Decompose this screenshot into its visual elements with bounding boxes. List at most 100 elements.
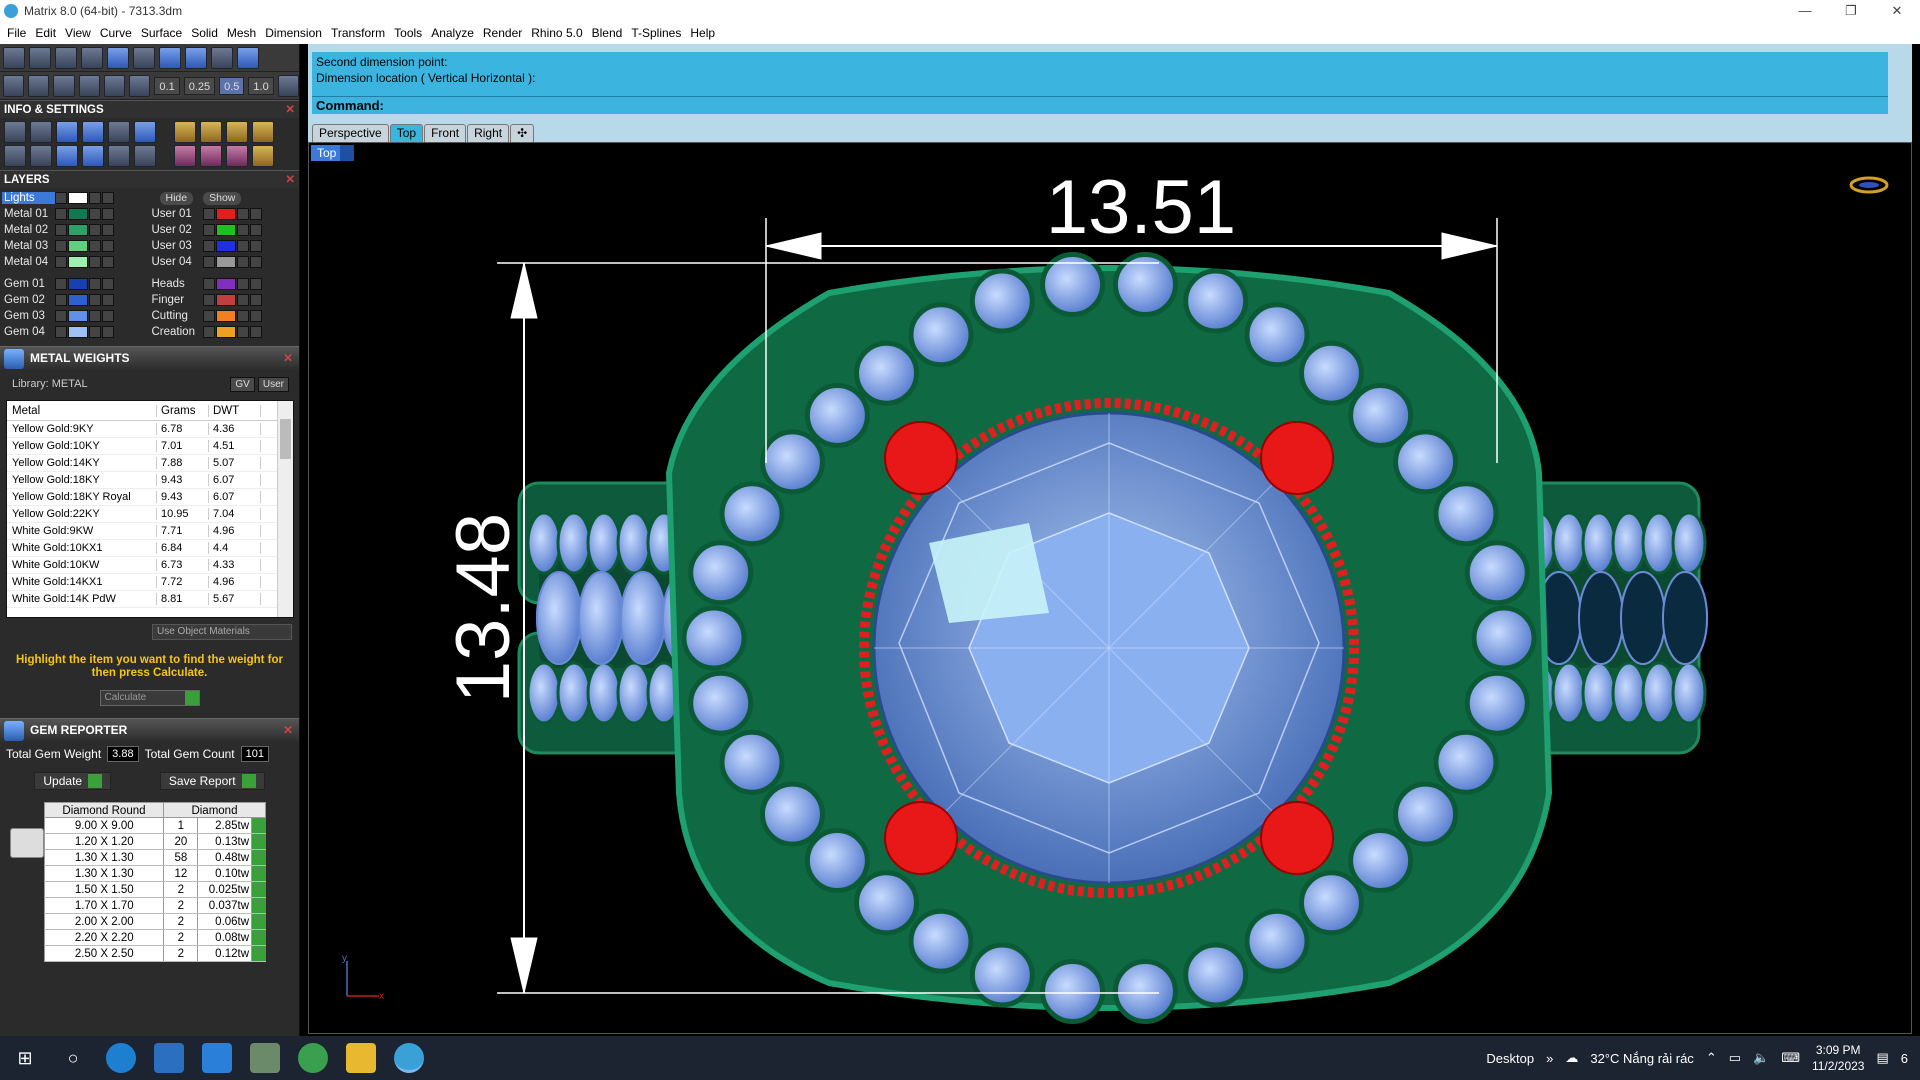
- zoom-step-button[interactable]: 0.5: [219, 76, 245, 95]
- lock-icon[interactable]: [89, 278, 101, 290]
- table-row[interactable]: Yellow Gold:22KY 10.95 7.04: [7, 506, 293, 523]
- settings-icon[interactable]: [4, 121, 26, 143]
- layer-expand-icon[interactable]: [55, 208, 67, 220]
- table-row[interactable]: Yellow Gold:14KY 7.88 5.07: [7, 455, 293, 472]
- tool-icon[interactable]: [174, 121, 196, 143]
- play-icon[interactable]: [252, 866, 266, 881]
- grid-icon[interactable]: [277, 74, 299, 97]
- table-row[interactable]: 1.50 X 1.50 2 0.025tw: [44, 882, 266, 898]
- gv-toggle[interactable]: GV: [230, 377, 255, 392]
- table-row[interactable]: 1.70 X 1.70 2 0.037tw: [44, 898, 266, 914]
- table-row[interactable]: White Gold:14K PdW 8.81 5.67: [7, 591, 293, 608]
- visibility-icon[interactable]: [102, 256, 114, 268]
- viewport-label[interactable]: Top: [311, 145, 355, 161]
- layer-expand-icon[interactable]: [202, 240, 215, 252]
- layer-expand-icon[interactable]: [55, 278, 67, 290]
- tool-icon[interactable]: [226, 121, 248, 143]
- layer-color-swatch[interactable]: [68, 310, 88, 322]
- menu-rhino[interactable]: Rhino 5.0: [531, 26, 582, 40]
- table-row[interactable]: 9.00 X 9.00 1 2.85tw: [44, 818, 266, 834]
- tool-icon[interactable]: [53, 74, 75, 97]
- command-input[interactable]: [392, 97, 1792, 115]
- layer-lights[interactable]: Lights: [2, 192, 55, 204]
- tool-icon[interactable]: [107, 46, 129, 69]
- tray-chevron-up-icon[interactable]: ⌃: [1706, 1050, 1717, 1066]
- tool-icon[interactable]: [174, 145, 196, 167]
- menu-edit[interactable]: Edit: [35, 26, 56, 40]
- zoom-step-button[interactable]: 0.25: [183, 76, 216, 95]
- search-icon[interactable]: [30, 121, 52, 143]
- chevron-down-icon[interactable]: [340, 145, 355, 161]
- layer-expand-icon[interactable]: [202, 256, 215, 268]
- layers-icon[interactable]: [56, 121, 78, 143]
- tool-icon[interactable]: [185, 46, 207, 69]
- lock-icon[interactable]: [89, 224, 101, 236]
- play-icon[interactable]: [252, 946, 266, 961]
- lock-icon[interactable]: [236, 326, 249, 338]
- menu-mesh[interactable]: Mesh: [227, 26, 256, 40]
- filter-icon[interactable]: [108, 145, 130, 167]
- tab-right[interactable]: Right: [467, 124, 510, 142]
- play-icon[interactable]: [252, 818, 266, 833]
- layer-color-swatch[interactable]: [215, 224, 236, 236]
- layer-color-swatch[interactable]: [215, 278, 236, 290]
- lock-icon[interactable]: [236, 208, 249, 220]
- tool-icon[interactable]: [237, 46, 259, 69]
- table-row[interactable]: Yellow Gold:18KY Royal 9.43 6.07: [7, 489, 293, 506]
- menu-tools[interactable]: Tools: [394, 26, 422, 40]
- tool-icon[interactable]: [129, 74, 151, 97]
- layer-expand-icon[interactable]: [202, 310, 215, 322]
- layer-expand-icon[interactable]: [202, 208, 215, 220]
- visibility-icon[interactable]: [102, 208, 114, 220]
- menu-surface[interactable]: Surface: [141, 26, 182, 40]
- layer-color-swatch[interactable]: [68, 294, 88, 306]
- tool-icon[interactable]: [252, 121, 274, 143]
- visibility-icon[interactable]: [102, 278, 114, 290]
- app-icon[interactable]: [298, 1043, 328, 1073]
- mail-icon[interactable]: [202, 1043, 232, 1073]
- visibility-icon[interactable]: [102, 326, 114, 338]
- zoom-step-button[interactable]: 0.1: [154, 76, 180, 95]
- tool-icon[interactable]: [81, 46, 103, 69]
- table-row[interactable]: 1.20 X 1.20 20 0.13tw: [44, 834, 266, 850]
- tool-icon[interactable]: [211, 46, 233, 69]
- table-row[interactable]: White Gold:10KX1 6.84 4.4: [7, 540, 293, 557]
- visibility-icon[interactable]: [249, 240, 262, 252]
- document-icon[interactable]: [108, 121, 130, 143]
- play-icon[interactable]: [252, 898, 266, 913]
- menu-tsplines[interactable]: T-Splines: [631, 26, 681, 40]
- lock-icon[interactable]: [89, 256, 101, 268]
- layer-name[interactable]: User 02: [150, 224, 203, 236]
- layer-name[interactable]: Gem 03: [2, 310, 55, 322]
- layer-name[interactable]: Gem 04: [2, 326, 55, 338]
- layer-color-swatch[interactable]: [215, 208, 236, 220]
- play-icon[interactable]: [252, 882, 266, 897]
- visibility-icon[interactable]: [102, 240, 114, 252]
- window-icon[interactable]: [30, 145, 52, 167]
- gem-shape-thumbnail[interactable]: [10, 828, 44, 858]
- menu-help[interactable]: Help: [690, 26, 715, 40]
- layer-color-swatch[interactable]: [215, 240, 236, 252]
- layer-expand-icon[interactable]: [55, 256, 67, 268]
- close-icon[interactable]: ✕: [285, 101, 295, 119]
- calculate-button[interactable]: Calculate: [99, 690, 200, 706]
- table-row[interactable]: White Gold:10KW 6.73 4.33: [7, 557, 293, 574]
- menu-curve[interactable]: Curve: [100, 26, 132, 40]
- table-row[interactable]: White Gold:9KW 7.71 4.96: [7, 523, 293, 540]
- menu-transform[interactable]: Transform: [331, 26, 385, 40]
- menu-analyze[interactable]: Analyze: [431, 26, 474, 40]
- lock-icon[interactable]: [89, 240, 101, 252]
- close-icon[interactable]: ✕: [283, 347, 293, 369]
- layer-color-swatch[interactable]: [68, 326, 88, 338]
- folder-icon[interactable]: [346, 1043, 376, 1073]
- layer-name[interactable]: Gem 01: [2, 278, 55, 290]
- tool-icon[interactable]: [226, 145, 248, 167]
- layer-color-swatch[interactable]: [215, 256, 236, 268]
- layer-expand-icon[interactable]: [55, 192, 67, 204]
- chevron-icon[interactable]: »: [1546, 1051, 1553, 1066]
- column-header-metal[interactable]: Metal: [7, 404, 157, 417]
- layer-name[interactable]: User 03: [150, 240, 203, 252]
- tab-top[interactable]: Top: [389, 124, 424, 142]
- tool-icon[interactable]: [29, 46, 51, 69]
- layer-name[interactable]: Metal 02: [2, 224, 55, 236]
